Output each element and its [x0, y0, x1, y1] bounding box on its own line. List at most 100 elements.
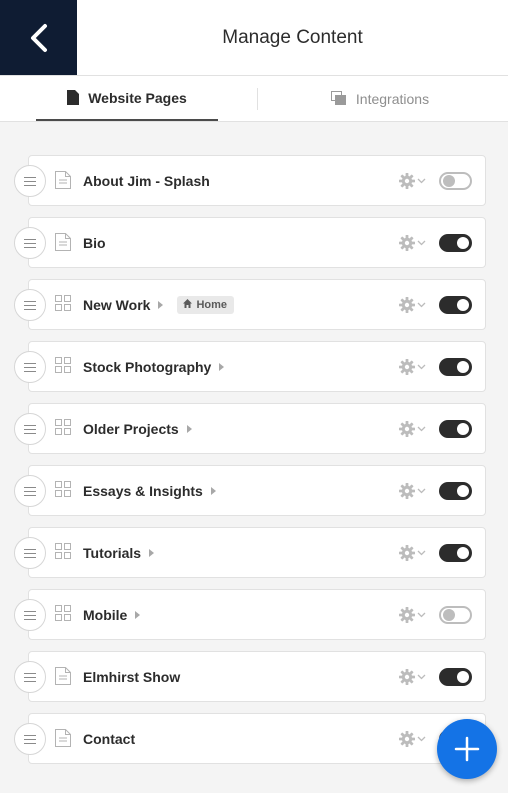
gallery-icon [55, 419, 71, 437]
visibility-toggle[interactable] [439, 606, 472, 624]
visibility-toggle[interactable] [439, 234, 472, 252]
page-icon [55, 171, 71, 189]
page-label-wrap: About Jim - Splash [83, 156, 210, 205]
stack-icon [330, 91, 347, 106]
settings-gear-icon[interactable] [399, 730, 427, 748]
settings-gear-icon[interactable] [399, 482, 427, 500]
page-label-wrap: Mobile [83, 590, 141, 639]
expand-arrow-icon[interactable] [135, 610, 141, 619]
page-label-wrap: Tutorials [83, 528, 155, 577]
toggle-knob [457, 361, 469, 373]
expand-arrow-icon[interactable] [186, 424, 192, 433]
drag-handle-icon[interactable] [14, 661, 46, 693]
page-label-wrap: New Work Home [83, 280, 234, 329]
visibility-toggle[interactable] [439, 544, 472, 562]
page-row[interactable]: Elmhirst Show [14, 651, 486, 702]
drag-handle-icon[interactable] [14, 537, 46, 569]
page-icon [55, 667, 71, 685]
page-row[interactable]: New Work Home [14, 279, 486, 330]
page-label-wrap: Bio [83, 218, 106, 267]
tab-website-pages[interactable]: Website Pages [36, 76, 218, 121]
drag-handle-icon[interactable] [14, 599, 46, 631]
page-row[interactable]: Stock Photography [14, 341, 486, 392]
page-label: Mobile [83, 606, 128, 623]
toggle-knob [443, 175, 455, 187]
page-row[interactable]: Older Projects [14, 403, 486, 454]
tab-divider [257, 88, 258, 110]
page-row[interactable]: Contact [14, 713, 486, 764]
back-button[interactable] [0, 0, 77, 75]
page-row[interactable]: Mobile [14, 589, 486, 640]
drag-handle-icon[interactable] [14, 475, 46, 507]
page-label: Stock Photography [83, 358, 212, 375]
page-label: Contact [83, 730, 136, 747]
page-label-wrap: Stock Photography [83, 342, 225, 391]
drag-handle-icon[interactable] [14, 413, 46, 445]
page-icon [55, 233, 71, 251]
toggle-knob [457, 547, 469, 559]
home-badge: Home [177, 295, 234, 314]
page-label: Elmhirst Show [83, 668, 181, 685]
drag-handle-icon[interactable] [14, 289, 46, 321]
chevron-left-icon [30, 23, 47, 52]
page-label: Older Projects [83, 420, 179, 437]
drag-handle-icon[interactable] [14, 165, 46, 197]
tab-bar: Website Pages Integrations [0, 76, 508, 122]
visibility-toggle[interactable] [439, 668, 472, 686]
settings-gear-icon[interactable] [399, 668, 427, 686]
settings-gear-icon[interactable] [399, 358, 427, 376]
drag-handle-icon[interactable] [14, 227, 46, 259]
page-label: About Jim - Splash [83, 172, 210, 189]
settings-gear-icon[interactable] [399, 296, 427, 314]
page-icon [55, 729, 71, 747]
drag-handle-icon[interactable] [14, 351, 46, 383]
page-row[interactable]: Essays & Insights [14, 465, 486, 516]
visibility-toggle[interactable] [439, 172, 472, 190]
page-row[interactable]: About Jim - Splash [14, 155, 486, 206]
expand-arrow-icon[interactable] [210, 486, 216, 495]
gallery-icon [55, 605, 71, 623]
page-label: Bio [83, 234, 106, 251]
settings-gear-icon[interactable] [399, 234, 427, 252]
app-header: Manage Content [0, 0, 508, 76]
toggle-knob [457, 485, 469, 497]
expand-arrow-icon[interactable] [219, 362, 225, 371]
page-label-wrap: Contact [83, 714, 135, 763]
settings-gear-icon[interactable] [399, 172, 427, 190]
expand-arrow-icon[interactable] [158, 300, 164, 309]
gallery-icon [55, 543, 71, 561]
page-row[interactable]: Bio [14, 217, 486, 268]
tab-integrations[interactable]: Integrations [300, 76, 460, 121]
page-row[interactable]: Tutorials [14, 527, 486, 578]
settings-gear-icon[interactable] [399, 544, 427, 562]
gallery-icon [55, 357, 71, 375]
visibility-toggle[interactable] [439, 482, 472, 500]
page-icon [67, 90, 80, 105]
toggle-knob [457, 299, 469, 311]
visibility-toggle[interactable] [439, 420, 472, 438]
gallery-icon [55, 295, 71, 313]
toggle-knob [443, 609, 455, 621]
home-icon [183, 298, 196, 311]
toggle-knob [457, 237, 469, 249]
settings-gear-icon[interactable] [399, 606, 427, 624]
page-label: New Work [83, 296, 151, 313]
page-title: Manage Content [222, 26, 363, 48]
page-label: Tutorials [83, 544, 142, 561]
drag-handle-icon[interactable] [14, 723, 46, 755]
tab-label: Integrations [355, 90, 430, 107]
page-label-wrap: Essays & Insights [83, 466, 216, 515]
add-page-button[interactable] [437, 719, 497, 779]
home-badge-label: Home [196, 298, 227, 311]
page-label: Essays & Insights [83, 482, 203, 499]
toggle-knob [457, 423, 469, 435]
expand-arrow-icon[interactable] [149, 548, 155, 557]
tab-label: Website Pages [88, 89, 187, 106]
page-label-wrap: Elmhirst Show [83, 652, 180, 701]
visibility-toggle[interactable] [439, 296, 472, 314]
toggle-knob [457, 671, 469, 683]
visibility-toggle[interactable] [439, 358, 472, 376]
settings-gear-icon[interactable] [399, 420, 427, 438]
gallery-icon [55, 481, 71, 499]
page-label-wrap: Older Projects [83, 404, 192, 453]
